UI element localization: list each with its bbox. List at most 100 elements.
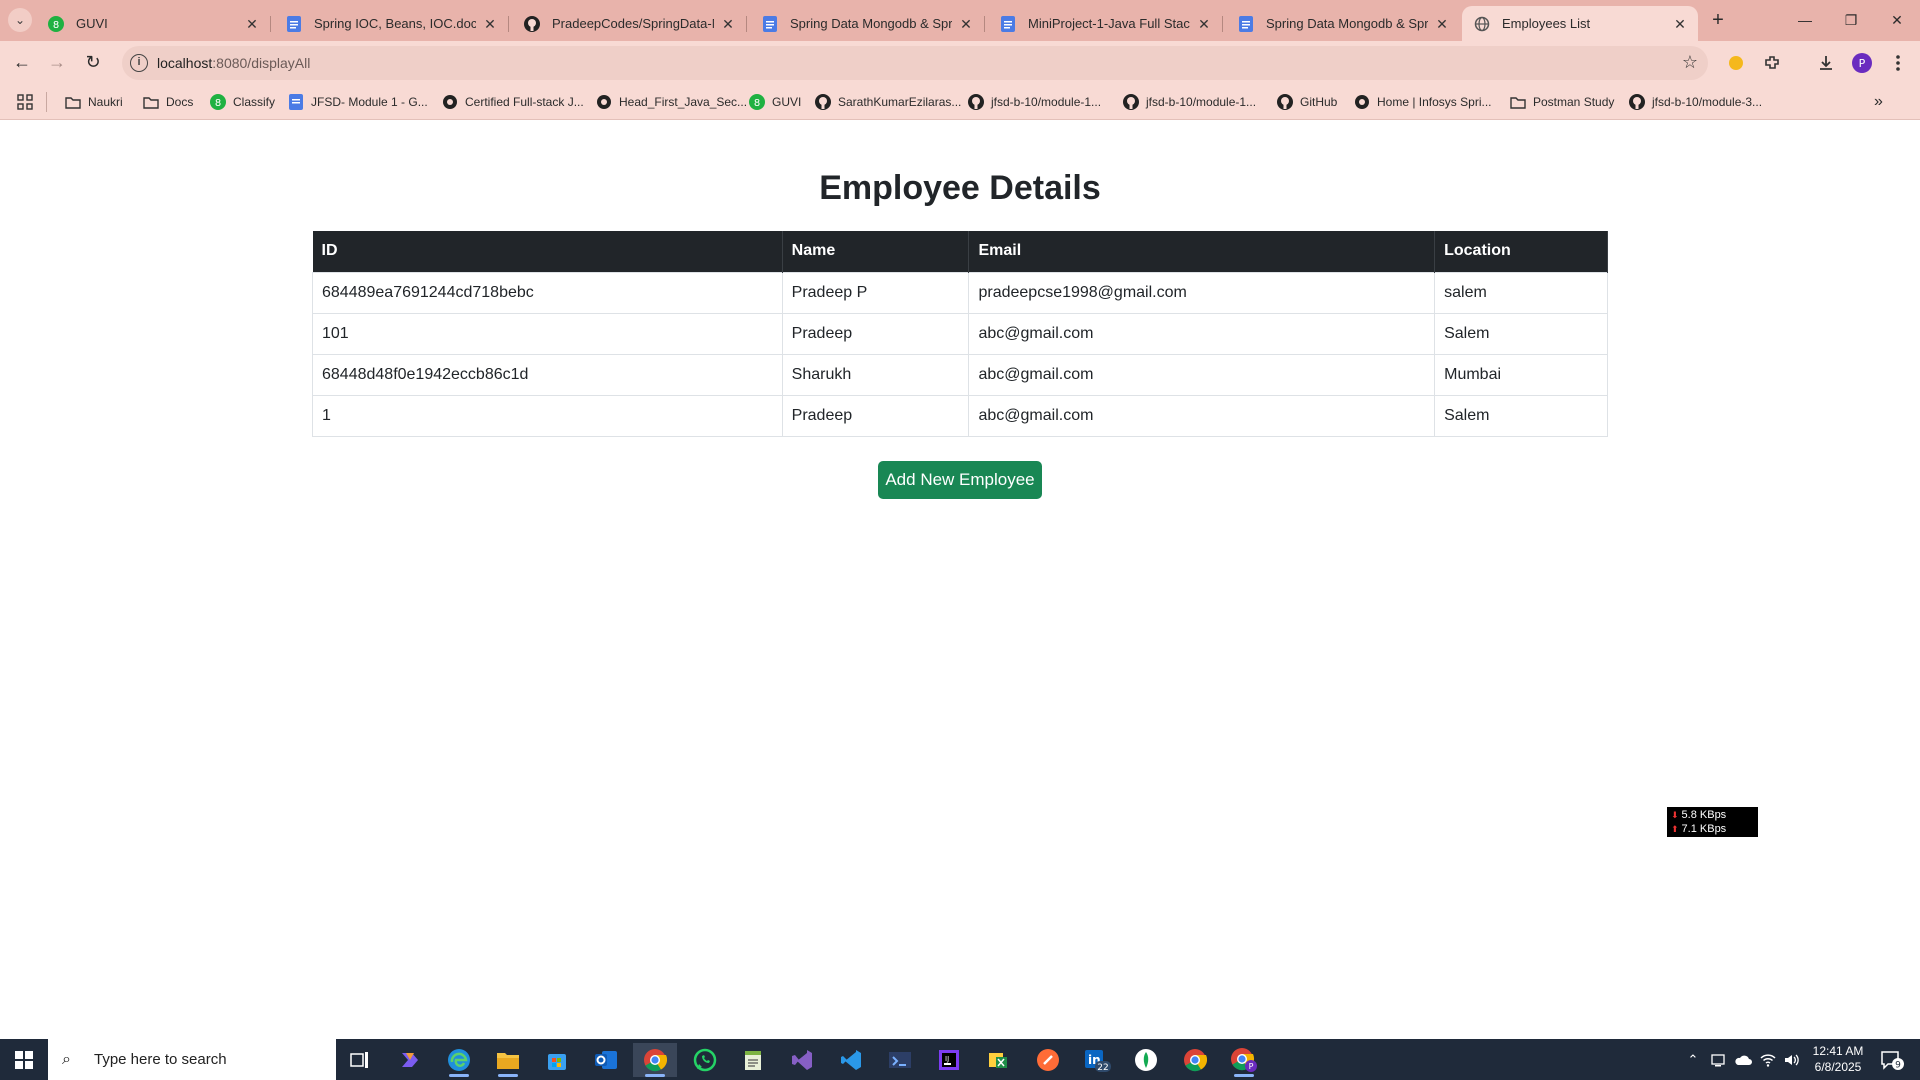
tray-device-icon[interactable] [1706,1039,1730,1080]
table-row: 1 Pradeep abc@gmail.com Salem [312,394,1608,437]
new-tab-button[interactable]: + [1704,8,1732,32]
wifi-icon[interactable] [1756,1039,1780,1080]
forward-button[interactable]: → [43,48,71,76]
table-row: 68448d48f0e1942eccb86c1d Sharukh abc@gma… [312,353,1608,395]
tab-title: Spring IOC, Beans, IOC.docx - G [314,16,476,31]
tab-guvi[interactable]: 8 GUVI ✕ [36,6,271,41]
chrome-profile-icon[interactable]: P [1222,1043,1266,1077]
github-icon [1629,94,1645,110]
chrome-icon[interactable] [633,1043,677,1077]
outlook-icon[interactable] [584,1043,628,1077]
bookmark-jfsd-b10-module-1b[interactable]: jfsd-b-10/module-1... [1123,92,1256,112]
bookmark-docs[interactable]: Docs [143,92,193,112]
svg-text:8: 8 [754,98,760,109]
download-icon[interactable] [1812,49,1840,77]
bookmark-infosys-springboard[interactable]: Home | Infosys Spri... [1354,92,1492,112]
close-icon[interactable]: ✕ [1672,16,1688,32]
file-explorer-icon[interactable] [486,1043,530,1077]
url-text[interactable]: localhost:8080/displayAll [157,55,310,71]
notification-center-icon[interactable]: 9 [1872,1039,1912,1080]
extensions-puzzle-icon[interactable] [1758,49,1786,77]
bookmark-postman-study[interactable]: Postman Study [1510,92,1614,112]
close-icon[interactable]: ✕ [720,16,736,32]
cell-name: Pradeep [782,312,970,354]
system-clock[interactable]: 12:41 AM 6/8/2025 [1798,1043,1878,1075]
bookmark-head-first-java[interactable]: Head_First_Java_Sec... [596,92,747,112]
restore-button[interactable]: ❐ [1828,0,1874,40]
vscode-icon[interactable] [829,1043,873,1077]
eclipse-icon[interactable] [878,1043,922,1077]
profile-avatar[interactable]: P [1848,49,1876,77]
tray-chevron-up-icon[interactable]: ⌃ [1682,1039,1704,1080]
menu-kebab-icon[interactable] [1884,49,1912,77]
tab-search-button[interactable]: ⌄ [8,8,32,32]
bookmark-certified-fullstack[interactable]: Certified Full-stack J... [442,92,584,112]
postman-icon[interactable] [1026,1043,1070,1077]
close-window-button[interactable]: ✕ [1874,0,1920,40]
tab-miniproject[interactable]: MiniProject-1-Java Full Stack.do ✕ [988,6,1223,41]
chrome-alt-icon[interactable] [1173,1043,1217,1077]
docs-icon [1238,15,1254,32]
reload-button[interactable]: ↻ [79,48,107,76]
bookmark-guvi[interactable]: 8 GUVI [749,92,801,112]
whatsapp-icon[interactable] [683,1043,727,1077]
address-bar[interactable]: i localhost:8080/displayAll ☆ [122,46,1708,80]
onedrive-cloud-icon[interactable] [1730,1039,1756,1080]
employee-table: ID Name Email Location 684489ea7691244cd… [312,231,1608,437]
add-new-employee-button[interactable]: Add New Employee [878,461,1042,499]
intellij-icon[interactable]: IJ [927,1043,971,1077]
tab-employees-list[interactable]: Employees List ✕ [1462,6,1698,41]
bookmark-star-icon[interactable]: ☆ [1682,52,1698,73]
taskbar-search-box[interactable]: ⌕ Type here to search [48,1039,336,1080]
windows-logo-icon [15,1050,33,1069]
bookmark-jfsd-b10-module-3[interactable]: jfsd-b-10/module-3... [1629,92,1762,112]
bookmark-github[interactable]: GitHub [1277,92,1337,112]
microsoft-store-icon[interactable] [535,1043,579,1077]
site-info-icon[interactable]: i [130,54,148,72]
extension-sun-icon[interactable] [1722,49,1750,77]
tab-spring-ioc-doc[interactable]: Spring IOC, Beans, IOC.docx - G ✕ [274,6,509,41]
upload-speed: 7.1 KBps [1681,823,1727,835]
tab-github-repo[interactable]: PradeepCodes/SpringData-Mo ✕ [512,6,747,41]
guvi-icon: 8 [210,94,226,110]
globe-icon [1474,16,1490,32]
docs-icon [286,15,302,32]
bookmark-jfsd-b10-module-1a[interactable]: jfsd-b-10/module-1... [968,92,1101,112]
linkedin-icon[interactable]: in 22 [1075,1043,1119,1077]
bookmark-sarathkumar[interactable]: SarathKumarEzilaras... [815,92,961,112]
copilot-icon[interactable] [388,1043,432,1077]
edge-icon[interactable] [437,1043,481,1077]
table-row: 684489ea7691244cd718bebc Pradeep P prade… [312,271,1608,313]
linkedin-badge: 22 [1097,1063,1108,1072]
back-button[interactable]: ← [8,48,36,76]
minimize-button[interactable]: — [1782,0,1828,40]
excel-plugin-icon[interactable] [976,1043,1020,1077]
close-icon[interactable]: ✕ [1196,16,1212,32]
bookmark-jfsd-module-1[interactable]: JFSD- Module 1 - G... [288,92,428,112]
tab-spring-data-mongodb-1[interactable]: Spring Data Mongodb & Spring ✕ [750,6,985,41]
mongodb-compass-icon[interactable] [1124,1043,1168,1077]
cell-email: abc@gmail.com [968,353,1436,395]
close-icon[interactable]: ✕ [1434,16,1450,32]
tab-title: PradeepCodes/SpringData-Mo [552,16,714,31]
cell-email: abc@gmail.com [968,312,1436,354]
apps-grid-icon[interactable] [17,92,33,112]
close-icon[interactable]: ✕ [482,16,498,32]
globe-icon [442,94,458,110]
tab-title: GUVI [76,16,108,31]
close-icon[interactable]: ✕ [244,16,260,32]
bookmark-classify[interactable]: 8 Classify [210,92,275,112]
cell-name: Pradeep [782,394,970,437]
notepad-plus-icon[interactable] [731,1043,775,1077]
close-icon[interactable]: ✕ [958,16,974,32]
globe-icon [1354,94,1370,110]
bookmark-naukri[interactable]: Naukri [65,92,123,112]
more-bookmarks-chevron-icon[interactable]: » [1874,92,1883,112]
visual-studio-icon[interactable] [780,1043,824,1077]
table-header-row: ID Name Email Location [312,231,1608,272]
windows-start-button[interactable] [0,1039,48,1080]
task-view-icon[interactable] [338,1043,382,1077]
tab-spring-data-mongodb-2[interactable]: Spring Data Mongodb & Spring ✕ [1226,6,1460,41]
column-header-id: ID [312,231,783,272]
profile-initial: P [1859,57,1866,70]
